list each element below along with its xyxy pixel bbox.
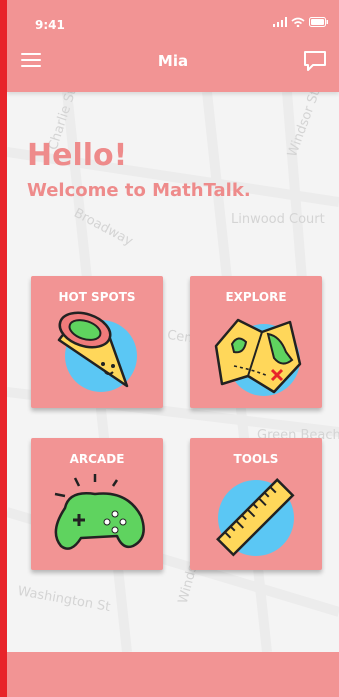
hot-spots-label: HOT SPOTS [58,290,136,304]
greeting-hello: Hello! [27,138,128,173]
page-title: Mia [157,52,189,70]
greeting-welcome: Welcome to MathTalk. [27,180,251,201]
battery-icon [309,17,328,27]
treasure-map-icon [214,318,302,396]
arcade-label: ARCADE [69,452,125,466]
tools-card[interactable]: TOOLS [190,438,322,570]
device-frame: Broadway Linwood Court Windsor St Windso… [0,0,339,697]
ruler-icon [216,478,295,557]
chat-icon[interactable] [303,50,327,72]
gamepad-icon [54,474,145,550]
map-label-linwood: Linwood Court [231,212,325,227]
tools-label: TOOLS [233,452,279,466]
hot-spots-card[interactable]: HOT SPOTS [31,276,163,408]
explore-card[interactable]: EXPLORE [190,276,322,408]
pizza-slice-icon [57,311,137,392]
screen: Broadway Linwood Court Windsor St Windso… [7,0,339,697]
bottom-bar [7,652,339,697]
explore-label: EXPLORE [225,290,287,304]
signal-icon [273,17,287,27]
arcade-card[interactable]: ARCADE [31,438,163,570]
status-time: 9:41 [35,18,65,32]
app-header: 9:41 Mia [7,0,339,92]
status-icons [273,17,329,27]
wifi-icon [291,17,305,27]
